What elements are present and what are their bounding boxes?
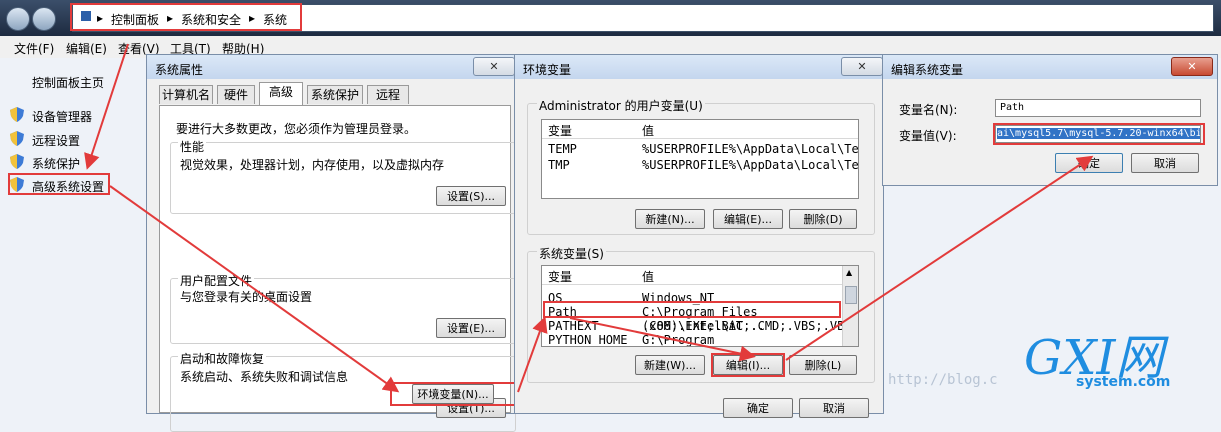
- variable-value: G:\Program: [642, 333, 715, 347]
- variable-value: .COM;.EXE;.BAT;.CMD;.VBS;.VBE;...: [642, 319, 859, 333]
- shield-icon: [10, 131, 24, 146]
- dialog-titlebar: 系统属性: [147, 55, 515, 79]
- menu-edit[interactable]: 编辑(E): [66, 40, 107, 57]
- breadcrumb-highlight: [70, 3, 302, 31]
- user-edit-button[interactable]: 编辑(E)...: [713, 209, 783, 229]
- sidebar-item-remote-settings[interactable]: 远程设置: [32, 132, 80, 149]
- menu-file[interactable]: 文件(F): [14, 40, 54, 57]
- column-header-value[interactable]: 值: [642, 268, 654, 285]
- table-row[interactable]: TMP %USERPROFILE%\AppData\Local\Temp: [542, 156, 859, 172]
- logo-sub-text: system.com: [1076, 374, 1171, 390]
- back-button[interactable]: [6, 7, 30, 31]
- variable-value-highlight: [993, 123, 1205, 145]
- user-new-button[interactable]: 新建(N)...: [635, 209, 705, 229]
- tab-computer-name[interactable]: 计算机名: [159, 85, 213, 104]
- edit-button-highlight: [711, 353, 785, 377]
- shield-icon: [10, 154, 24, 169]
- system-delete-button[interactable]: 删除(L): [789, 355, 857, 375]
- variable-name-value: Path: [1000, 102, 1025, 113]
- performance-desc: 视觉效果，处理器计划，内存使用，以及虚拟内存: [180, 158, 445, 172]
- performance-title: 性能: [178, 138, 207, 155]
- variable-name: PATHEXT: [548, 319, 599, 333]
- admin-note: 要进行大多数更改，您必须作为管理员登录。: [176, 122, 417, 136]
- scrollbar-thumb[interactable]: [845, 286, 857, 304]
- variable-name: PYTHON_HOME: [548, 333, 628, 347]
- user-delete-button[interactable]: 删除(D): [789, 209, 857, 229]
- performance-settings-button[interactable]: 设置(S)...: [436, 186, 506, 206]
- close-button[interactable]: ✕: [1171, 57, 1213, 76]
- table-row[interactable]: PATHEXT .COM;.EXE;.BAT;.CMD;.VBS;.VBE;..…: [542, 318, 858, 333]
- table-row[interactable]: PYTHON_HOME G:\Program: [542, 332, 842, 346]
- variable-value: %USERPROFILE%\AppData\Local\Temp: [642, 142, 859, 156]
- tab-remote[interactable]: 远程: [367, 85, 409, 104]
- variable-value-label: 变量值(V):: [899, 129, 957, 143]
- ok-button[interactable]: 确定: [1055, 153, 1123, 173]
- startup-recovery-desc: 系统启动、系统失败和调试信息: [180, 370, 349, 384]
- dialog-title: 编辑系统变量: [891, 63, 964, 77]
- advanced-tab-panel: 要进行大多数更改，您必须作为管理员登录。 性能 视觉效果，处理器计划，内存使用，…: [159, 105, 516, 432]
- variable-name: TEMP: [548, 142, 577, 156]
- cancel-button[interactable]: 取消: [1131, 153, 1199, 173]
- list-header: 变量 值: [542, 120, 858, 139]
- startup-recovery-title: 启动和故障恢复: [178, 350, 267, 367]
- column-header-variable[interactable]: 变量: [548, 122, 572, 139]
- user-profile-settings-button[interactable]: 设置(E)...: [436, 318, 506, 338]
- table-row[interactable]: TEMP %USERPROFILE%\AppData\Local\Temp: [542, 140, 859, 156]
- control-panel-home-link[interactable]: 控制面板主页: [32, 74, 104, 91]
- sidebar-item-system-protection[interactable]: 系统保护: [32, 155, 80, 172]
- environment-variables-dialog: 环境变量 ✕ Administrator 的用户变量(U) 变量 值 TEMP …: [514, 54, 884, 418]
- user-variables-list[interactable]: 变量 值 TEMP %USERPROFILE%\AppData\Local\Te…: [541, 119, 859, 199]
- dialog-title: 系统属性: [155, 63, 204, 77]
- path-row-highlight: [543, 301, 841, 318]
- dialog-titlebar: 环境变量: [515, 55, 883, 79]
- variable-name-field[interactable]: Path: [995, 99, 1201, 117]
- close-button[interactable]: ✕: [841, 57, 883, 76]
- scrollbar[interactable]: ▲: [842, 266, 858, 346]
- ok-button[interactable]: 确定: [723, 398, 793, 418]
- user-profile-desc: 与您登录有关的桌面设置: [180, 290, 313, 304]
- dialog-titlebar: 编辑系统变量: [883, 55, 1217, 79]
- advanced-settings-highlight: [8, 173, 110, 195]
- variable-value: %USERPROFILE%\AppData\Local\Temp: [642, 158, 859, 172]
- system-new-button[interactable]: 新建(W)...: [635, 355, 705, 375]
- cancel-button[interactable]: 取消: [799, 398, 869, 418]
- system-properties-dialog: 系统属性 ✕ 计算机名 硬件 高级 系统保护 远程 要进行大多数更改，您必须作为…: [146, 54, 516, 432]
- dialog-title: 环境变量: [523, 63, 572, 77]
- sidebar-item-device-manager[interactable]: 设备管理器: [32, 108, 92, 125]
- site-logo: GXI网 system.com: [1010, 318, 1210, 408]
- environment-variables-highlight: [390, 382, 516, 406]
- watermark-text: http://blog.c: [888, 372, 998, 388]
- column-header-value[interactable]: 值: [642, 122, 654, 139]
- column-header-variable[interactable]: 变量: [548, 268, 572, 285]
- variable-name-label: 变量名(N):: [899, 103, 958, 117]
- shield-icon: [10, 107, 24, 122]
- tab-system-protection[interactable]: 系统保护: [307, 85, 363, 104]
- tab-advanced[interactable]: 高级: [259, 82, 303, 105]
- user-profile-title: 用户配置文件: [178, 272, 255, 289]
- scroll-up-icon[interactable]: ▲: [846, 268, 852, 277]
- system-variables-title: 系统变量(S): [537, 245, 606, 262]
- user-variables-title: Administrator 的用户变量(U): [537, 97, 705, 114]
- forward-button[interactable]: [32, 7, 56, 31]
- variable-name: TMP: [548, 158, 570, 172]
- close-button[interactable]: ✕: [473, 57, 515, 76]
- edit-system-variable-dialog: 编辑系统变量 ✕ 变量名(N): Path 变量值(V): ai\mysql5.…: [882, 54, 1218, 186]
- list-header: 变量 值: [542, 266, 842, 285]
- tab-hardware[interactable]: 硬件: [217, 85, 255, 104]
